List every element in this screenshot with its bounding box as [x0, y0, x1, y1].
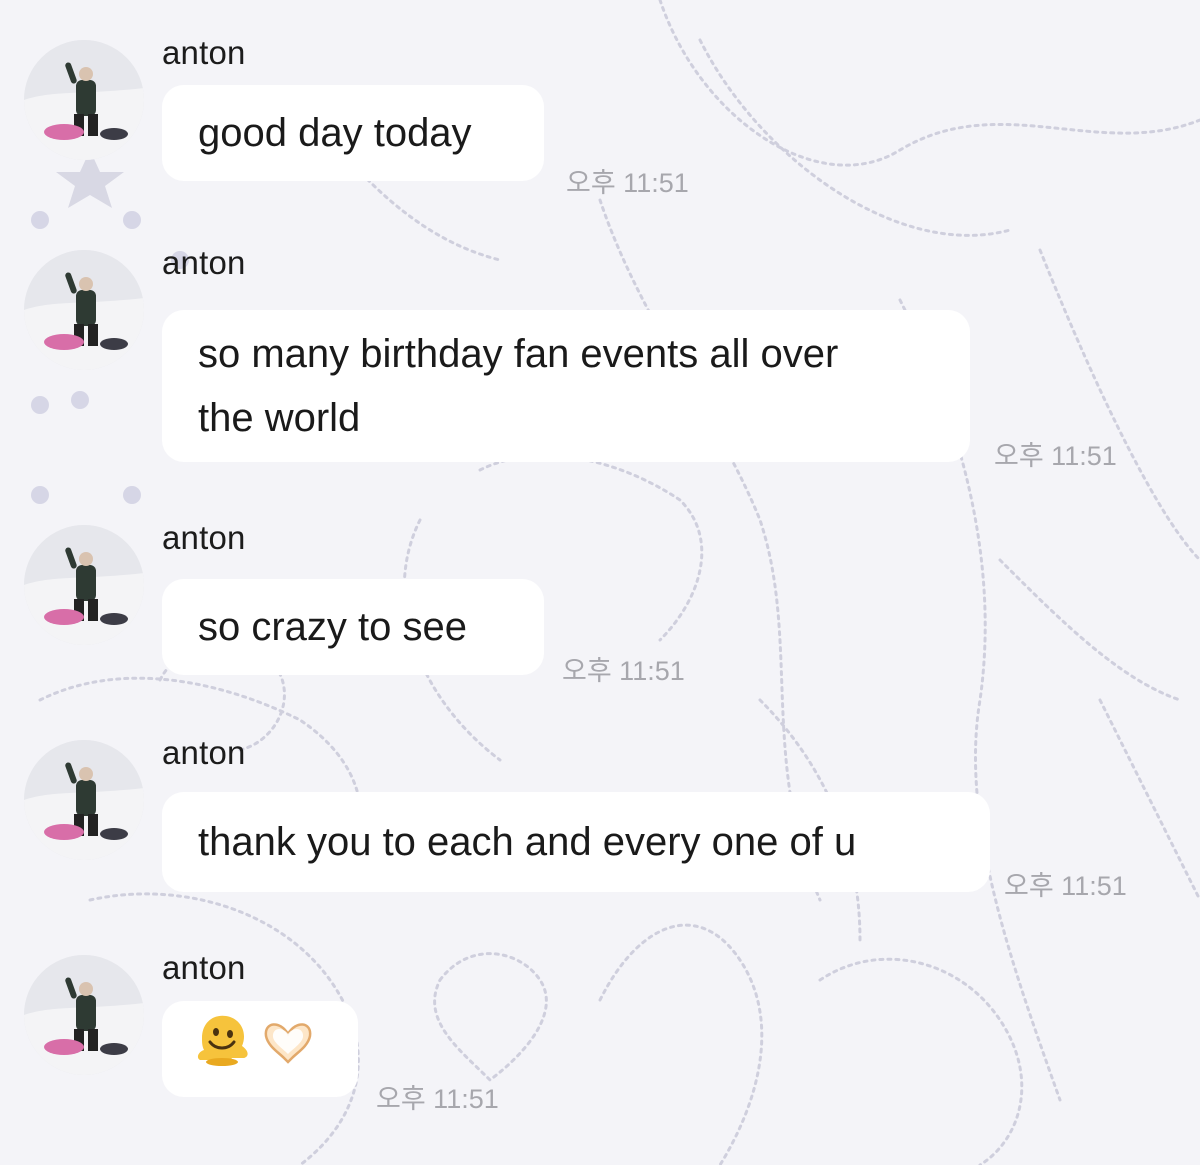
sender-name: anton [162, 519, 246, 556]
message-timestamp: 오후 11:51 [562, 656, 685, 686]
avatar[interactable] [24, 955, 144, 1075]
message-bubble[interactable]: good day today [162, 85, 544, 181]
sender-name: anton [162, 734, 246, 771]
message-bubble[interactable]: thank you to each and every one of u [162, 792, 990, 892]
message-bubble[interactable]: so crazy to see [162, 579, 544, 675]
avatar[interactable] [24, 740, 144, 860]
heart-hands-emoji [260, 1012, 316, 1087]
message-text-line: so many birthday fan events all over [198, 332, 839, 376]
melting-face-emoji [192, 1010, 252, 1089]
chat-screen: anton good day today 오후 11:51 anton so m… [0, 0, 1200, 1165]
message-text: so crazy to see [198, 605, 468, 649]
avatar[interactable] [24, 250, 144, 370]
message-text: thank you to each and every one of u [198, 820, 857, 864]
message-bubble[interactable] [162, 1001, 358, 1097]
message-text: good day today [198, 111, 472, 155]
sender-name: anton [162, 949, 246, 986]
message-timestamp: 오후 11:51 [376, 1084, 499, 1114]
message-bubble[interactable]: so many birthday fan events all over the… [162, 310, 970, 462]
message-text-line: the world [198, 396, 361, 440]
message-timestamp: 오후 11:51 [566, 168, 689, 198]
sender-name: anton [162, 244, 246, 281]
avatar[interactable] [24, 525, 144, 645]
message-timestamp: 오후 11:51 [994, 441, 1117, 471]
sender-name: anton [162, 34, 246, 71]
message-timestamp: 오후 11:51 [1004, 871, 1127, 901]
avatar[interactable] [24, 40, 144, 160]
